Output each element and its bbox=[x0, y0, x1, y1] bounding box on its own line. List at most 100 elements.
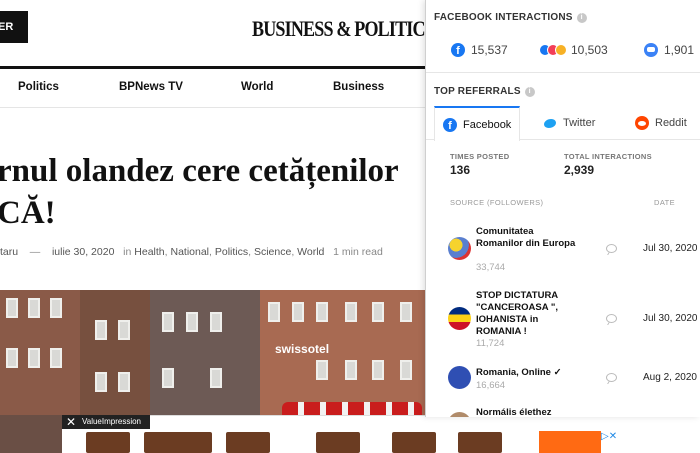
nav-item-politics[interactable]: Politics bbox=[18, 81, 59, 93]
source-avatar bbox=[448, 412, 471, 417]
comment-icon[interactable] bbox=[606, 373, 617, 382]
tab-facebook[interactable]: f Facebook bbox=[434, 106, 521, 141]
window bbox=[28, 348, 40, 368]
total-interactions-label: TOTAL INTERACTIONS bbox=[564, 152, 652, 161]
source-column-header: SOURCE (FOLLOWERS) bbox=[450, 198, 544, 207]
comment-count-value: 1,901 bbox=[664, 43, 695, 57]
nav-item-bpnews-tv[interactable]: BPNews TV bbox=[119, 81, 183, 93]
comment-icon[interactable] bbox=[606, 314, 617, 323]
reddit-icon bbox=[635, 116, 649, 130]
info-icon[interactable]: i bbox=[524, 87, 535, 97]
window bbox=[50, 298, 62, 318]
tab-label: Facebook bbox=[463, 118, 512, 131]
nav-item-business[interactable]: Business bbox=[333, 81, 384, 93]
category-link[interactable]: Science bbox=[254, 246, 291, 258]
source-name[interactable]: Romania, Online ✓ bbox=[476, 367, 596, 379]
facebook-icon: f bbox=[443, 117, 457, 132]
in-label: in bbox=[123, 246, 132, 258]
article-headline: rnul olandez cere cetățenilor CĂ! bbox=[0, 150, 425, 234]
window bbox=[186, 312, 198, 332]
article-meta: taru — iulie 30, 2020 in Health, Nationa… bbox=[0, 246, 383, 258]
window bbox=[372, 302, 384, 322]
ad-product-image[interactable] bbox=[86, 432, 130, 453]
ad-product-image[interactable] bbox=[226, 432, 270, 453]
site-logo[interactable]: BUSINESS & POLITICS NEWS bbox=[252, 16, 425, 42]
window bbox=[6, 348, 18, 368]
date-column-header: DATE bbox=[654, 198, 676, 207]
ad-product-image[interactable] bbox=[316, 432, 360, 453]
ad-brand-label: ValueImpression bbox=[82, 417, 141, 426]
ad-product-image[interactable] bbox=[458, 432, 502, 453]
window bbox=[162, 312, 174, 332]
section-title-text: FACEBOOK INTERACTIONS bbox=[434, 12, 573, 23]
facebook-reactions-count: 10,503 bbox=[539, 41, 608, 59]
window bbox=[372, 360, 384, 380]
window bbox=[316, 360, 328, 380]
window bbox=[400, 360, 412, 380]
facebook-comments-count: 1,901 bbox=[644, 41, 694, 59]
nav-item-world[interactable]: World bbox=[241, 81, 273, 93]
info-icon[interactable]: i bbox=[576, 13, 587, 23]
section-title-text: TOP REFERRALS bbox=[434, 86, 521, 97]
author-link[interactable]: taru bbox=[0, 246, 18, 258]
tab-reddit[interactable]: Reddit bbox=[635, 106, 687, 140]
window bbox=[162, 368, 174, 388]
window bbox=[292, 302, 304, 322]
source-followers: 33,744 bbox=[476, 262, 506, 273]
meta-separator: — bbox=[29, 246, 41, 258]
section-divider bbox=[426, 72, 700, 73]
window bbox=[210, 312, 222, 332]
referral-date[interactable]: Aug 2, 2020 bbox=[643, 372, 697, 383]
article-date: iulie 30, 2020 bbox=[51, 246, 115, 258]
article-hero-image: swissotel bbox=[0, 290, 425, 420]
times-posted-label: TIMES POSTED bbox=[450, 152, 510, 161]
category-link[interactable]: World bbox=[297, 246, 324, 258]
ad-product-image[interactable] bbox=[392, 432, 436, 453]
window bbox=[345, 302, 357, 322]
hotel-sign: swissotel bbox=[275, 342, 330, 356]
source-followers: 11,724 bbox=[476, 338, 505, 349]
source-avatar bbox=[448, 307, 471, 330]
facebook-shares-count: f 15,537 bbox=[451, 41, 508, 59]
ad-product-image[interactable] bbox=[144, 432, 212, 453]
tab-twitter[interactable]: Twitter bbox=[543, 106, 595, 140]
total-interactions-value: 2,939 bbox=[564, 163, 595, 177]
source-followers: 16,664 bbox=[476, 380, 506, 391]
facebook-icon: f bbox=[451, 43, 465, 57]
category-link[interactable]: Politics bbox=[215, 246, 248, 258]
window bbox=[118, 320, 130, 340]
share-count-value: 15,537 bbox=[471, 43, 508, 57]
referral-date[interactable]: Jul 30, 2020 bbox=[643, 243, 698, 254]
window bbox=[400, 302, 412, 322]
comment-icon[interactable] bbox=[606, 244, 617, 253]
news-site: ER BUSINESS & POLITICS NEWS Politics BPN… bbox=[0, 0, 425, 453]
category-link[interactable]: National bbox=[170, 246, 209, 258]
window bbox=[95, 372, 107, 392]
twitter-icon bbox=[543, 117, 557, 129]
subscribe-button[interactable]: ER bbox=[0, 11, 28, 43]
source-name[interactable]: STOP DICTATURA "CANCEROASA ", IOHANISTA … bbox=[476, 290, 576, 338]
main-nav: Politics BPNews TV World Business bbox=[0, 66, 425, 108]
comment-icon bbox=[644, 43, 658, 57]
ad-label-bar: ✕ ValueImpression bbox=[62, 415, 150, 429]
tab-label: Reddit bbox=[655, 117, 687, 129]
window bbox=[210, 368, 222, 388]
headline-line-2: CĂ! bbox=[0, 195, 56, 231]
tab-label: Twitter bbox=[563, 117, 596, 129]
read-time: 1 min read bbox=[333, 246, 383, 258]
ad-close-icon[interactable]: ✕ bbox=[66, 415, 76, 429]
window bbox=[28, 298, 40, 318]
facebook-interactions-title: FACEBOOK INTERACTIONS i bbox=[434, 12, 587, 23]
category-link[interactable]: Health bbox=[134, 246, 164, 258]
source-name[interactable]: Normális élethez bbox=[476, 407, 596, 417]
ad-cta-button[interactable] bbox=[539, 431, 601, 453]
window bbox=[316, 302, 328, 322]
source-name[interactable]: Comunitatea Romanilor din Europa bbox=[476, 226, 576, 250]
building-facade bbox=[80, 290, 150, 420]
referral-date[interactable]: Jul 30, 2020 bbox=[643, 313, 698, 324]
source-avatar bbox=[448, 237, 471, 260]
social-interactions-panel: FACEBOOK INTERACTIONS i f 15,537 10,503 1… bbox=[425, 0, 700, 417]
source-avatar bbox=[448, 366, 471, 389]
window bbox=[268, 302, 280, 322]
ad-choices-icon[interactable]: ▷✕ bbox=[601, 431, 617, 442]
